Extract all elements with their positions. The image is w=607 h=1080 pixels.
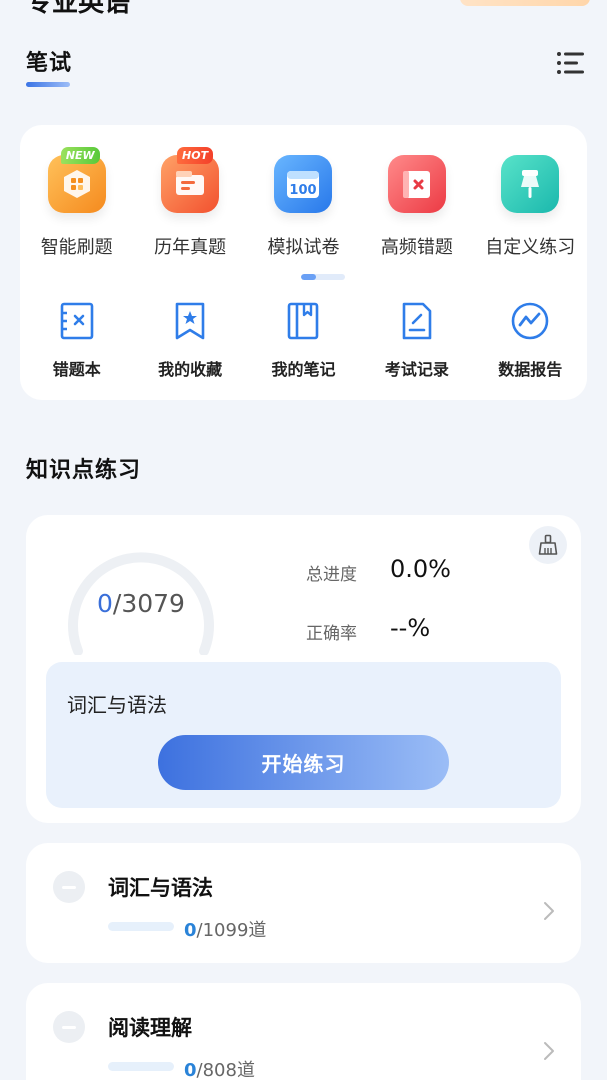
quick-actions-card: NEW 智能刷题 HOT 历年真题 100 模拟试卷 高频错题 自定义练习 错题…	[20, 125, 587, 400]
chapter-count: 0/1099道	[184, 916, 266, 942]
feature-label: 模拟试卷	[267, 237, 340, 258]
feature-smart-practice[interactable]: NEW 智能刷题	[20, 147, 133, 259]
chart-report-icon	[510, 301, 550, 341]
pushpin-icon	[501, 155, 560, 213]
chapter-progress-bar	[108, 922, 174, 931]
tool-label: 考试记录	[384, 360, 449, 379]
chapter-item-vocab-grammar[interactable]: 词汇与语法 0/1099道	[26, 843, 581, 963]
promo-banner-cutoff[interactable]	[460, 0, 590, 6]
chevron-right-icon	[544, 902, 554, 920]
collapse-toggle-icon[interactable]	[53, 1011, 85, 1043]
tool-label: 数据报告	[498, 360, 563, 379]
chevron-right-icon	[544, 1042, 554, 1060]
chapter-count: 0/808道	[184, 1056, 255, 1080]
error-book-icon	[387, 155, 446, 213]
wrong-book-icon	[57, 301, 97, 341]
chapter-progress-bar	[108, 1062, 174, 1071]
feature-custom-practice[interactable]: 自定义练习	[474, 155, 587, 259]
tool-favorites[interactable]: 我的收藏	[133, 301, 246, 380]
notebook-icon	[283, 301, 323, 341]
knowledge-practice-title: 知识点练习	[26, 458, 142, 483]
feature-pager-indicator	[301, 274, 345, 280]
feature-label: 历年真题	[154, 237, 227, 258]
feature-row: NEW 智能刷题 HOT 历年真题 100 模拟试卷 高频错题 自定义练习	[20, 147, 587, 259]
feature-frequent-errors[interactable]: 高频错题	[360, 155, 473, 259]
progress-total: /3079	[112, 589, 185, 618]
page-title-cutoff: 专业英语	[26, 0, 131, 18]
tool-row: 错题本 我的收藏 我的笔记 考试记录 数据报告	[20, 301, 587, 380]
new-badge: NEW	[60, 147, 100, 164]
tool-data-report[interactable]: 数据报告	[474, 301, 587, 380]
current-topic-panel: 词汇与语法 开始练习	[46, 662, 561, 808]
feature-past-papers[interactable]: HOT 历年真题	[133, 147, 246, 259]
chapter-done: 0	[184, 920, 197, 941]
tool-wrong-book[interactable]: 错题本	[20, 301, 133, 380]
chapter-total: /1099道	[196, 920, 267, 941]
tool-label: 错题本	[52, 360, 101, 379]
accuracy-value: --%	[390, 614, 431, 642]
chapter-done: 0	[184, 1060, 197, 1080]
progress-done: 0	[97, 589, 113, 618]
progress-count: 0/3079	[66, 589, 216, 618]
top-header-cutoff: 专业英语	[0, 0, 607, 30]
broom-icon	[538, 534, 558, 555]
chapter-title: 阅读理解	[108, 1016, 192, 1040]
cube-icon: NEW	[47, 147, 106, 213]
feature-mock-exam[interactable]: 100 模拟试卷	[247, 155, 360, 259]
start-practice-button[interactable]: 开始练习	[158, 735, 449, 790]
tool-label: 我的笔记	[271, 360, 336, 379]
section-underline	[26, 82, 70, 87]
svg-text:100: 100	[290, 183, 317, 198]
tool-exam-records[interactable]: 考试记录	[360, 301, 473, 380]
accuracy-label: 正确率	[306, 624, 357, 644]
record-icon	[397, 301, 437, 341]
tool-notes[interactable]: 我的笔记	[247, 301, 360, 380]
feature-label: 自定义练习	[485, 237, 576, 258]
current-topic-title: 词汇与语法	[67, 693, 167, 717]
clear-progress-button[interactable]	[529, 526, 567, 564]
progress-card: 0/3079 总进度 0.0% 正确率 --% 词汇与语法 开始练习	[26, 515, 581, 823]
section-header: 笔试	[26, 45, 72, 87]
document-icon: HOT	[161, 147, 220, 213]
hot-badge: HOT	[177, 147, 214, 164]
chapter-item-reading[interactable]: 阅读理解 0/808道	[26, 983, 581, 1080]
menu-list-button[interactable]	[555, 50, 587, 76]
list-menu-icon	[557, 52, 584, 74]
tool-label: 我的收藏	[158, 360, 223, 379]
bookmark-icon	[170, 301, 210, 341]
chapter-total: /808道	[196, 1060, 255, 1080]
chapter-title: 词汇与语法	[108, 876, 213, 900]
collapse-toggle-icon[interactable]	[53, 871, 85, 903]
feature-label: 智能刷题	[40, 237, 113, 258]
feature-label: 高频错题	[380, 237, 453, 258]
section-title: 笔试	[26, 51, 73, 76]
total-progress-value: 0.0%	[390, 555, 451, 583]
total-progress-label: 总进度	[306, 565, 357, 585]
calendar-100-icon: 100	[274, 155, 333, 213]
pager-active-segment	[301, 274, 316, 280]
